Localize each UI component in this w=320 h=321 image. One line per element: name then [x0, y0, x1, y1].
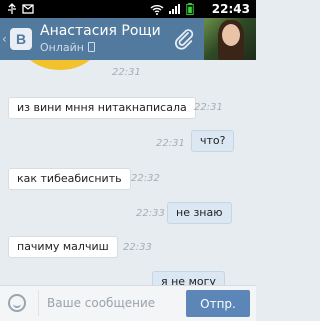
back-arrow-icon[interactable]: ‹: [2, 32, 7, 46]
chat-header: ‹ B Анастасия Рощи Онлайн: [0, 18, 256, 60]
smiley-icon[interactable]: [8, 294, 26, 312]
outgoing-message: не знаю: [167, 202, 232, 224]
signal-icon: [169, 4, 180, 14]
incoming-message: пачиму малчиш: [8, 236, 118, 258]
incoming-message: как тибеабиснить: [8, 168, 131, 190]
clock: 22:43: [211, 2, 250, 16]
message-time: 22:33: [136, 208, 165, 219]
message-list[interactable]: 22:31 из вини мння нитакнаписала 22:31 2…: [0, 60, 256, 285]
sticker-emoji: [20, 60, 100, 70]
battery-icon: [186, 3, 194, 15]
outgoing-message: я не могу: [152, 271, 225, 285]
wifi-icon: [150, 5, 164, 15]
composer-bar: Отпр.: [0, 285, 256, 321]
message-field: [38, 290, 181, 316]
incoming-message: из вини мння нитакнаписала: [8, 97, 196, 119]
message-time: 22:33: [123, 242, 152, 253]
message-input[interactable]: [47, 293, 177, 313]
mobile-phone-icon: [87, 42, 95, 52]
contact-status: Онлайн: [40, 41, 95, 54]
message-time: 22:31: [194, 102, 223, 113]
avatar-face: [222, 24, 240, 46]
message-time: 22:31: [112, 67, 141, 78]
message-time: 22:32: [131, 173, 160, 184]
contact-avatar[interactable]: [204, 18, 256, 60]
status-bar: 22:43: [0, 0, 256, 18]
attach-paperclip-icon[interactable]: [174, 28, 194, 50]
send-button[interactable]: Отпр.: [186, 290, 250, 317]
contact-name[interactable]: Анастасия Рощи: [40, 23, 170, 39]
app-logo[interactable]: B: [10, 28, 32, 50]
outgoing-message: что?: [191, 130, 235, 152]
contact-status-text: Онлайн: [40, 41, 84, 54]
usb-icon: [8, 3, 16, 14]
notification-icon: [22, 4, 34, 14]
message-time: 22:31: [156, 138, 185, 149]
